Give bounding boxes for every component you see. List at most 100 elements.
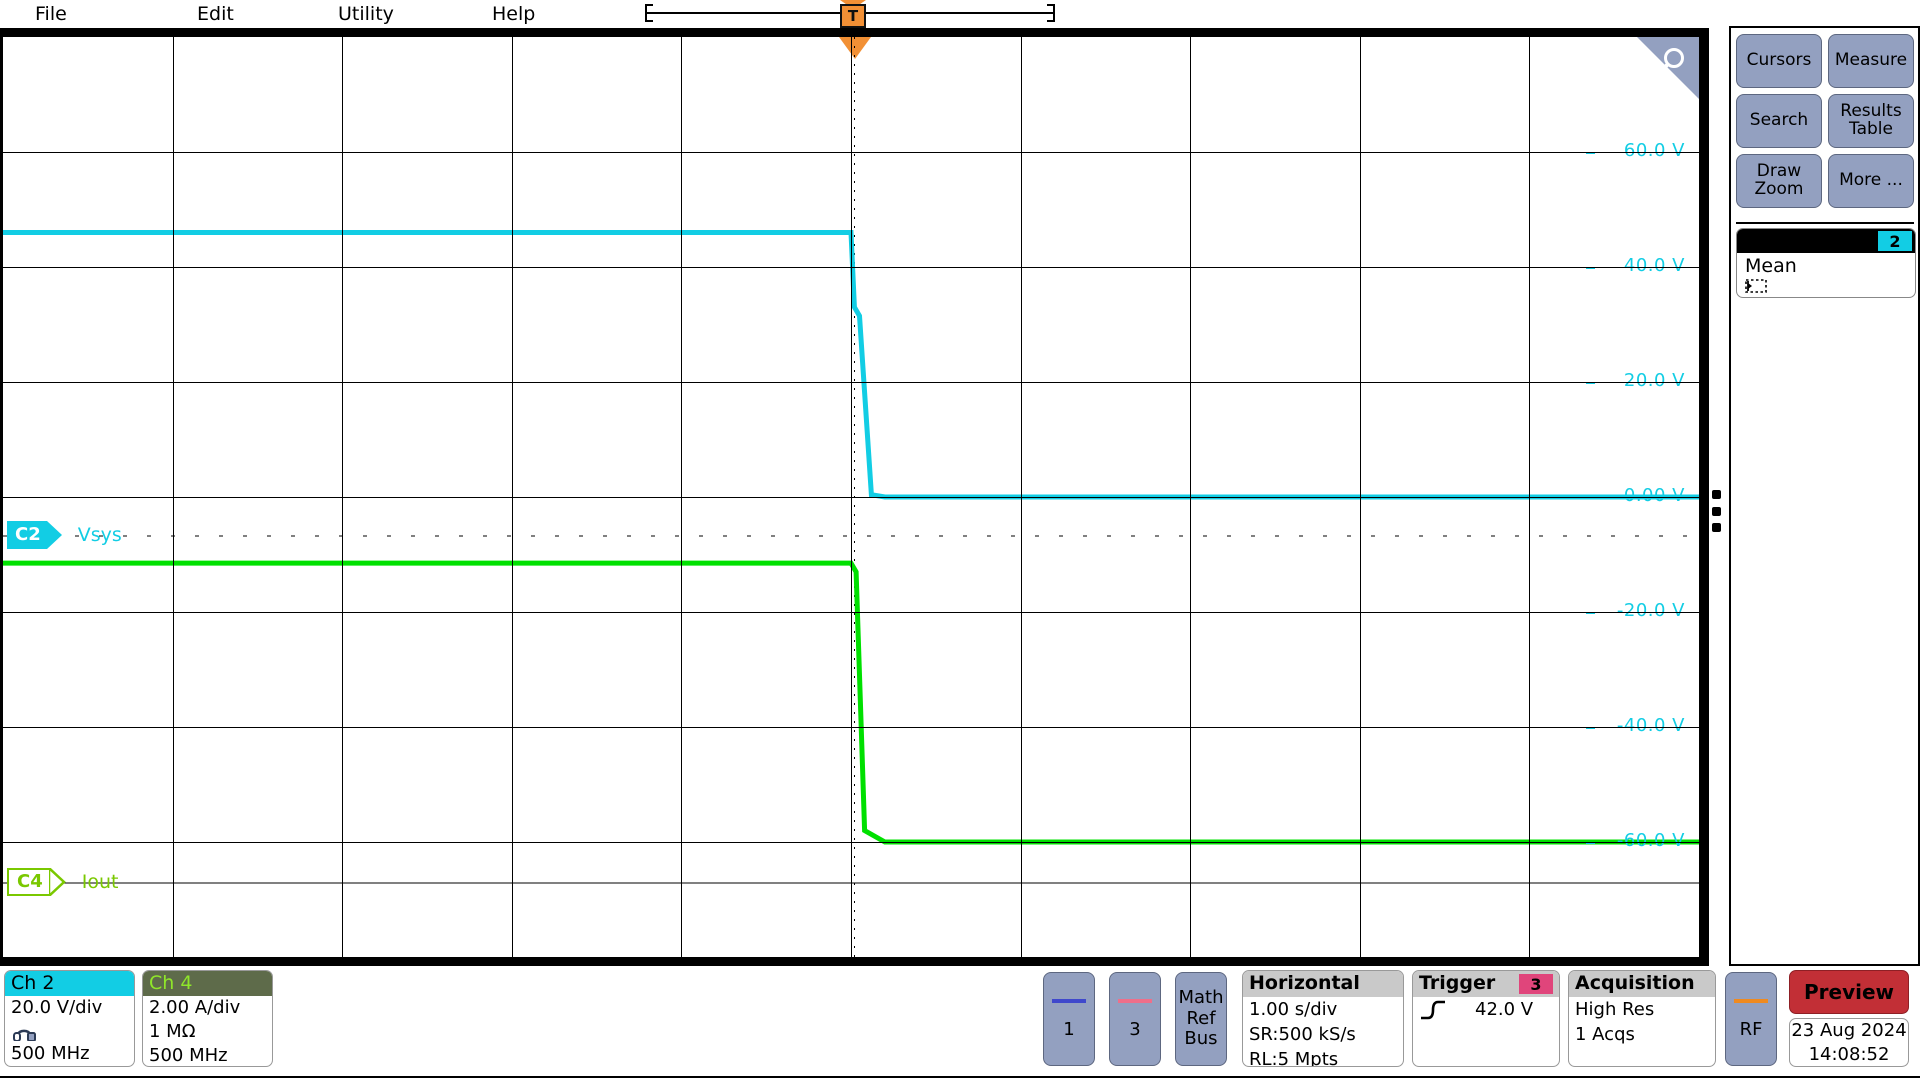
menu-item-file[interactable]: File bbox=[35, 2, 67, 26]
axis-tick-horizontal bbox=[1663, 497, 1668, 498]
axis-tick-horizontal bbox=[1595, 497, 1600, 498]
channel-marker-c4-label: Iout bbox=[81, 871, 119, 893]
axis-tick-vertical bbox=[851, 37, 852, 40]
channel-2-info-box[interactable]: Ch 2 20.0 V/div 500 MHz bbox=[4, 970, 135, 1067]
menu-item-edit[interactable]: Edit bbox=[197, 2, 234, 26]
channel-1-label: 1 bbox=[1063, 1018, 1075, 1040]
measure-button[interactable]: Measure bbox=[1828, 34, 1914, 88]
axis-tick-vertical bbox=[851, 288, 852, 293]
axis-tick-horizontal bbox=[1053, 497, 1058, 498]
right-panel-divider bbox=[1736, 222, 1914, 224]
trigger-level-row: 42.0 V bbox=[1413, 997, 1559, 1022]
axis-tick-horizontal bbox=[951, 497, 956, 498]
axis-tick-horizontal bbox=[476, 497, 481, 498]
menu-item-utility[interactable]: Utility bbox=[338, 2, 394, 26]
axis-tick-horizontal bbox=[883, 497, 888, 498]
panel-resize-handle[interactable] bbox=[1712, 490, 1726, 532]
axis-tick-horizontal bbox=[340, 497, 345, 498]
channel-2-scale: 20.0 V/div bbox=[11, 997, 103, 1018]
channel-2-header: Ch 2 bbox=[5, 971, 134, 996]
channel-marker-c2-tag: C2 bbox=[7, 521, 47, 549]
channel-marker-c2[interactable]: C2 Vsys bbox=[7, 521, 122, 549]
axis-tick-horizontal bbox=[272, 497, 277, 498]
axis-tick-vertical bbox=[851, 633, 852, 638]
horizontal-record-length: RL:5 Mpts bbox=[1249, 1049, 1339, 1067]
axis-tick-horizontal bbox=[578, 497, 583, 498]
trigger-level-value: 42.0 V bbox=[1475, 999, 1534, 1020]
more-button[interactable]: More ... bbox=[1828, 154, 1914, 208]
axis-tick-vertical bbox=[851, 587, 852, 592]
axis-tick-horizontal bbox=[1527, 497, 1532, 498]
axis-tick-horizontal bbox=[1086, 497, 1091, 498]
channel-1-button[interactable]: 1 bbox=[1043, 972, 1095, 1066]
axis-tick-horizontal bbox=[679, 497, 684, 498]
trigger-position-badge[interactable]: T bbox=[840, 4, 866, 28]
axis-tick-vertical bbox=[851, 495, 852, 500]
axis-tick-horizontal bbox=[985, 497, 990, 498]
axis-tick-horizontal bbox=[544, 497, 549, 498]
channel-3-button[interactable]: 3 bbox=[1109, 972, 1161, 1066]
channel-2-coupling bbox=[5, 1020, 134, 1042]
axis-tick-vertical bbox=[851, 242, 852, 247]
measurement-badge-card[interactable]: 2 Mean bbox=[1736, 228, 1916, 298]
trigger-header: Trigger 3 bbox=[1413, 971, 1559, 997]
axis-tick-horizontal bbox=[1120, 497, 1125, 498]
axis-tick-vertical bbox=[851, 58, 852, 63]
bottom-status-bar: Ch 2 20.0 V/div 500 MHz Ch 4 2.00 A/div … bbox=[0, 968, 1920, 1080]
horizontal-position-bar-right-cap bbox=[1047, 4, 1055, 22]
axis-tick-vertical bbox=[851, 449, 852, 454]
axis-tick-vertical bbox=[851, 794, 852, 799]
search-button[interactable]: Search bbox=[1736, 94, 1822, 148]
oscilloscope-screen: File Edit Utility Help T C2 Vsys C4 Iout… bbox=[0, 0, 1920, 1080]
axis-tick-vertical bbox=[851, 196, 852, 201]
trigger-header-label: Trigger bbox=[1419, 972, 1496, 994]
axis-tick-vertical bbox=[851, 725, 852, 730]
resize-dot bbox=[1712, 490, 1721, 499]
magnifier-icon[interactable] bbox=[1653, 47, 1687, 81]
axis-tick-vertical bbox=[851, 150, 852, 155]
channel-4-header: Ch 4 bbox=[143, 971, 272, 996]
axis-tick-horizontal bbox=[103, 497, 108, 498]
acquisition-mode: High Res bbox=[1575, 999, 1655, 1020]
preview-button[interactable]: Preview bbox=[1789, 970, 1909, 1014]
axis-tick-horizontal bbox=[1426, 497, 1431, 498]
resize-dot bbox=[1712, 523, 1721, 532]
axis-tick-vertical bbox=[851, 932, 852, 937]
horizontal-position-bar-left-cap bbox=[645, 4, 653, 22]
axis-tick-vertical bbox=[851, 564, 852, 569]
channel-4-bandwidth: 500 MHz bbox=[149, 1045, 228, 1066]
resize-dot bbox=[1712, 506, 1721, 516]
voltage-axis-label: 40.0 V bbox=[1623, 255, 1685, 276]
axis-tick-vertical bbox=[851, 702, 852, 707]
dashed-box-icon bbox=[1745, 279, 1767, 293]
channel-marker-c4[interactable]: C4 Iout bbox=[7, 868, 118, 896]
draw-zoom-button[interactable]: Draw Zoom bbox=[1736, 154, 1822, 208]
acquisition-info-box[interactable]: Acquisition High Res 1 Acqs bbox=[1568, 970, 1716, 1067]
axis-tick-horizontal bbox=[137, 497, 142, 498]
horizontal-info-box[interactable]: Horizontal 1.00 s/div SR:500 kS/s RL:5 M… bbox=[1242, 970, 1404, 1067]
math-ref-bus-button[interactable]: Math Ref Bus bbox=[1175, 972, 1227, 1066]
axis-tick-vertical bbox=[851, 472, 852, 477]
time-text: 14:08:52 bbox=[1808, 1043, 1890, 1065]
axis-tick-horizontal bbox=[612, 497, 617, 498]
axis-tick-horizontal bbox=[1222, 497, 1227, 498]
trigger-info-box[interactable]: Trigger 3 42.0 V bbox=[1412, 970, 1560, 1067]
axis-tick-horizontal bbox=[781, 497, 786, 498]
cursors-button[interactable]: Cursors bbox=[1736, 34, 1822, 88]
channel-1-color-swatch bbox=[1052, 998, 1086, 1003]
axis-tick-horizontal bbox=[205, 497, 210, 498]
measurement-name: Mean bbox=[1745, 255, 1797, 277]
axis-tick-vertical bbox=[851, 863, 852, 868]
acquisition-header: Acquisition bbox=[1569, 971, 1715, 997]
axis-tick-horizontal bbox=[815, 497, 820, 498]
menu-item-help[interactable]: Help bbox=[492, 2, 535, 26]
axis-tick-vertical bbox=[851, 104, 852, 109]
graticule[interactable]: C2 Vsys C4 Iout 60.0 V 40.0 V 20.0 V 0.00 V… bbox=[3, 37, 1699, 957]
date-text: 23 Aug 2024 bbox=[1791, 1019, 1907, 1041]
channel-4-info-box[interactable]: Ch 4 2.00 A/div 1 MΩ 500 MHz bbox=[142, 970, 273, 1067]
axis-tick-horizontal bbox=[1493, 497, 1498, 498]
axis-tick-vertical bbox=[851, 748, 852, 753]
rf-button[interactable]: RF bbox=[1725, 972, 1777, 1066]
datetime-box[interactable]: 23 Aug 2024 14:08:52 bbox=[1789, 1018, 1909, 1067]
results-table-button[interactable]: Results Table bbox=[1828, 94, 1914, 148]
